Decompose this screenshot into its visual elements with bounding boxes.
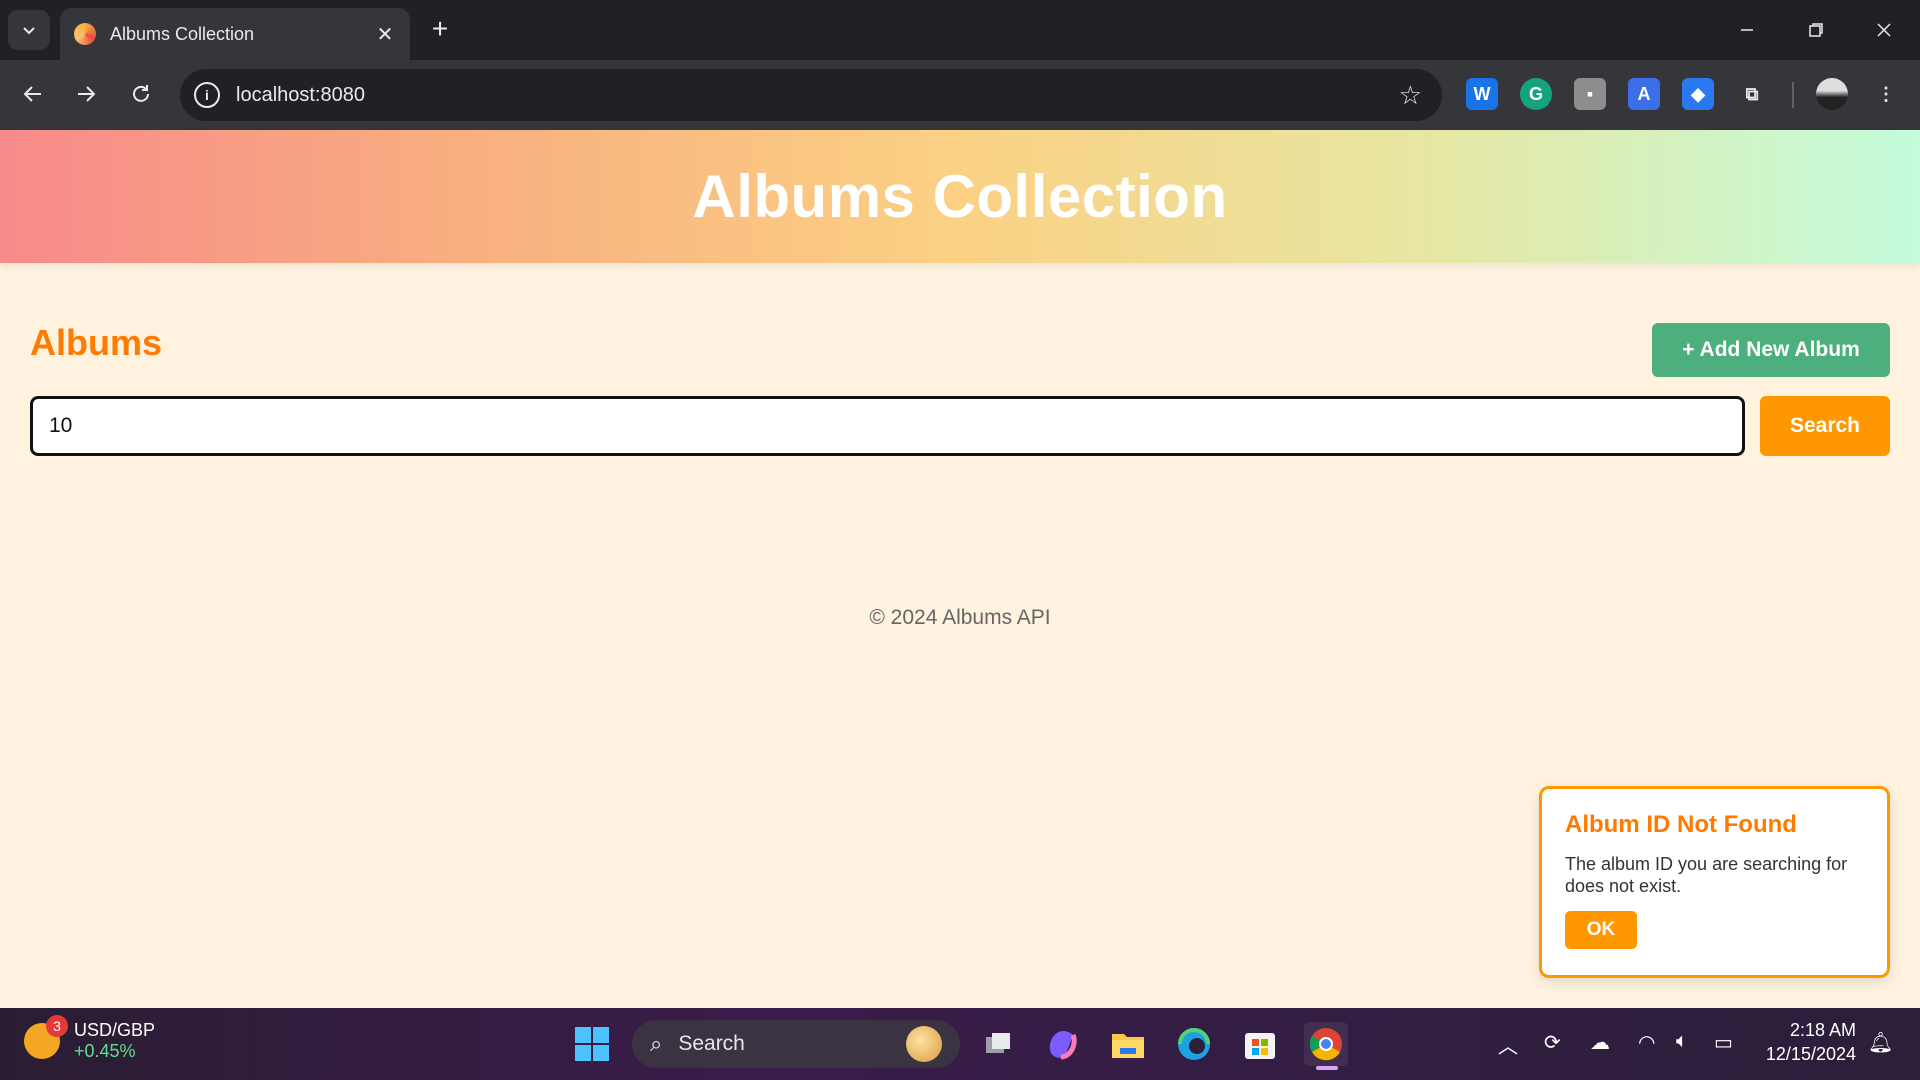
browser-tab-bar: Albums Collection ✕ + <box>0 0 1920 60</box>
taskbar-search-label: Search <box>678 1032 745 1055</box>
search-icon: ⌕ <box>650 1031 663 1056</box>
windows-start-icon[interactable] <box>570 1022 614 1066</box>
address-bar[interactable]: i localhost:8080 ☆ <box>180 69 1442 121</box>
widget-pair: USD/GBP <box>74 1020 156 1040</box>
onedrive-icon[interactable]: ☁ <box>1590 1030 1610 1055</box>
chrome-active-indicator <box>1316 1066 1338 1070</box>
bookmark-star-icon[interactable]: ☆ <box>1399 80 1422 111</box>
grammarly-icon[interactable]: G <box>1520 78 1552 110</box>
extensions-puzzle-icon[interactable]: ⧉ <box>1736 78 1768 110</box>
tab-favicon-icon <box>74 23 96 45</box>
file-explorer-icon[interactable] <box>1106 1022 1150 1066</box>
toast-ok-button[interactable]: OK <box>1565 911 1637 949</box>
close-window-icon[interactable] <box>1864 10 1904 50</box>
coins-icon: 3 <box>24 1015 68 1059</box>
album-search-input[interactable] <box>30 396 1745 456</box>
notification-bell-icon[interactable]: 🔔︎ <box>1868 1030 1893 1055</box>
chrome-icon[interactable] <box>1304 1022 1348 1066</box>
currency-widget[interactable]: 3 USD/GBP +0.45% <box>24 1015 156 1062</box>
page-title: Albums Collection <box>692 163 1228 230</box>
widget-badge: 3 <box>46 1015 68 1037</box>
extension-gray-icon[interactable]: ▪ <box>1574 78 1606 110</box>
task-view-icon[interactable] <box>976 1022 1020 1066</box>
site-info-icon[interactable]: i <box>194 82 220 108</box>
microsoft-store-icon[interactable] <box>1238 1022 1282 1066</box>
clock-date: 12/15/2024 <box>1765 1044 1856 1064</box>
volume-icon[interactable]: 🔈︎ <box>1676 1030 1688 1053</box>
wifi-icon[interactable]: ◠ <box>1638 1030 1655 1055</box>
url-text[interactable]: localhost:8080 <box>236 84 1399 107</box>
search-button[interactable]: Search <box>1760 396 1890 456</box>
add-album-button[interactable]: + Add New Album <box>1652 323 1890 377</box>
tab-title: Albums Collection <box>110 23 255 44</box>
tab-list-button[interactable] <box>8 10 50 50</box>
more-menu-icon[interactable]: ⋮ <box>1870 78 1902 110</box>
translate-icon[interactable]: A <box>1628 78 1660 110</box>
widget-change: +0.45% <box>74 1041 136 1061</box>
albums-heading: Albums <box>30 322 163 363</box>
page-header: Albums Collection <box>0 130 1920 263</box>
sync-icon[interactable]: ⟳ <box>1544 1030 1561 1055</box>
taskbar: 3 USD/GBP +0.45% ⌕ Search ︿ ⟳ ☁ ◠ 🔈︎ ▭ 2… <box>0 1008 1920 1080</box>
extension-w-icon[interactable]: W <box>1466 78 1498 110</box>
footer-copyright: © 2024 Albums API <box>869 606 1051 629</box>
profile-avatar[interactable] <box>1816 78 1848 110</box>
new-tab-button[interactable]: + <box>424 14 456 46</box>
search-highlight-icon <box>906 1026 942 1062</box>
minimize-icon[interactable] <box>1727 10 1767 50</box>
battery-icon[interactable]: ▭ <box>1714 1030 1733 1055</box>
show-hidden-icons-icon[interactable]: ︿ <box>1498 1030 1518 1059</box>
toolbar-divider <box>1792 82 1794 108</box>
browser-toolbar: i localhost:8080 ☆ W G ▪ A ◆ ⧉ ⋮ <box>0 60 1920 130</box>
toast-title: Album ID Not Found <box>1565 811 1797 838</box>
system-clock[interactable]: 2:18 AM 12/15/2024 <box>1756 1018 1856 1066</box>
error-toast: Album ID Not Found The album ID you are … <box>1539 786 1890 978</box>
tab-close-icon[interactable]: ✕ <box>374 22 396 47</box>
reload-icon[interactable] <box>123 76 159 112</box>
copilot-icon[interactable] <box>1040 1022 1084 1066</box>
extension-alert-icon[interactable]: ◆ <box>1682 78 1714 110</box>
chevron-down-icon <box>23 27 35 35</box>
taskbar-search[interactable]: ⌕ Search <box>632 1020 960 1068</box>
toast-message: The album ID you are searching for does … <box>1565 854 1848 896</box>
restore-icon[interactable] <box>1796 10 1836 50</box>
clock-time: 2:18 AM <box>1789 1020 1856 1040</box>
forward-icon[interactable] <box>68 76 104 112</box>
back-icon[interactable] <box>15 76 51 112</box>
edge-browser-icon[interactable] <box>1172 1022 1216 1066</box>
browser-tab[interactable]: Albums Collection ✕ <box>60 8 410 60</box>
